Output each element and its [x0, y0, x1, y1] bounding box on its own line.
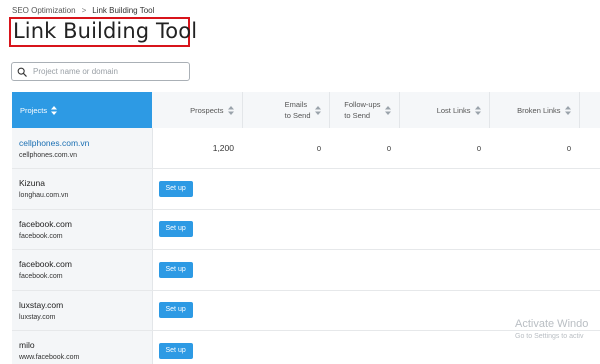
table-row: cellphones.com.vn cellphones.com.vn 1,20…: [12, 128, 600, 169]
table-header-row: Projects Prospects Emails to Send Follow…: [12, 92, 600, 128]
set-up-button[interactable]: Set up: [158, 261, 193, 278]
sort-icon: [564, 105, 571, 115]
column-header-extra: [579, 92, 600, 128]
breadcrumb: SEO Optimization > Link Building Tool: [12, 6, 154, 15]
page-title: Link Building Tool: [13, 19, 198, 43]
watermark-line: Go to Settings to activ: [515, 333, 584, 340]
project-cell: milo www.facebook.com: [12, 330, 153, 364]
extra-cell: [579, 128, 600, 169]
action-cell: Set up: [152, 209, 600, 250]
project-cell: facebook.com facebook.com: [12, 249, 153, 291]
watermark-line: Activate Windo: [515, 318, 589, 330]
follow-ups-value[interactable]: 0: [329, 128, 399, 169]
emails-to-send-value[interactable]: 0: [242, 128, 329, 169]
sort-icon: [314, 105, 321, 115]
column-header-lost-links[interactable]: Lost Links: [399, 92, 490, 128]
project-name: milo: [19, 340, 35, 351]
project-name-link[interactable]: cellphones.com.vn: [19, 138, 152, 148]
prospects-value[interactable]: 1,200: [152, 128, 242, 169]
sort-icon: [384, 105, 391, 115]
column-header-line: Follow-ups: [344, 100, 381, 109]
project-cell: luxstay.com luxstay.com: [12, 290, 153, 331]
project-domain: facebook.com: [19, 232, 63, 240]
project-domain: luxstay.com: [19, 313, 56, 321]
action-cell: Set up: [152, 168, 600, 210]
search-icon: [17, 67, 27, 77]
windows-activation-watermark: Activate Windo Go to Settings to activ: [515, 318, 588, 340]
broken-links-value[interactable]: 0: [489, 128, 579, 169]
set-up-button[interactable]: Set up: [158, 221, 193, 238]
column-header-line: to Send: [344, 111, 371, 120]
table-row: milo www.facebook.com Set up: [12, 330, 600, 364]
project-domain: www.facebook.com: [19, 354, 80, 362]
column-header-label: Projects: [20, 105, 48, 115]
project-domain: longhau.com.vn: [19, 192, 69, 200]
table-row: facebook.com facebook.com Set up: [12, 209, 600, 250]
table-row: luxstay.com luxstay.com Set up: [12, 290, 600, 331]
project-cell: facebook.com facebook.com: [12, 209, 153, 250]
breadcrumb-current: Link Building Tool: [92, 6, 155, 15]
sort-icon: [227, 105, 234, 115]
project-domain: facebook.com: [19, 273, 63, 281]
set-up-button[interactable]: Set up: [158, 302, 193, 319]
project-cell: cellphones.com.vn cellphones.com.vn: [12, 128, 153, 169]
page: SEO Optimization > Link Building Tool Li…: [0, 0, 600, 364]
column-header-follow-ups-to-send[interactable]: Follow-ups to Send: [329, 92, 400, 128]
table-row: Kizuna longhau.com.vn Set up: [12, 168, 600, 210]
column-header-label: Emails to Send: [285, 99, 311, 121]
lost-links-value[interactable]: 0: [399, 128, 489, 169]
column-header-label: Broken Links: [517, 105, 561, 115]
project-name: Kizuna: [19, 178, 45, 189]
action-cell: Set up: [152, 249, 600, 291]
column-header-label: Lost Links: [436, 105, 471, 115]
column-header-label: Prospects: [190, 105, 224, 115]
project-cell: Kizuna longhau.com.vn: [12, 168, 153, 210]
breadcrumb-link-seo-optimization[interactable]: SEO Optimization: [12, 6, 76, 15]
project-name: luxstay.com: [19, 299, 64, 310]
set-up-button[interactable]: Set up: [158, 180, 193, 197]
project-search[interactable]: [11, 62, 190, 81]
breadcrumb-separator: >: [81, 6, 87, 15]
sort-icon: [51, 105, 58, 115]
table-row: facebook.com facebook.com Set up: [12, 249, 600, 291]
column-header-line: to Send: [284, 111, 311, 120]
search-input[interactable]: [33, 67, 183, 76]
column-header-broken-links[interactable]: Broken Links: [489, 92, 580, 128]
project-name: facebook.com: [19, 259, 72, 270]
project-domain: cellphones.com.vn: [19, 151, 77, 159]
column-header-emails-to-send[interactable]: Emails to Send: [242, 92, 330, 128]
column-header-label: Follow-ups to Send: [344, 99, 380, 121]
column-header-prospects[interactable]: Prospects: [152, 92, 243, 128]
set-up-button[interactable]: Set up: [158, 342, 193, 359]
projects-table: Projects Prospects Emails to Send Follow…: [12, 92, 600, 364]
project-name: facebook.com: [19, 218, 72, 229]
column-header-projects[interactable]: Projects: [12, 92, 152, 128]
column-header-line: Emails: [284, 100, 308, 109]
sort-icon: [474, 105, 481, 115]
